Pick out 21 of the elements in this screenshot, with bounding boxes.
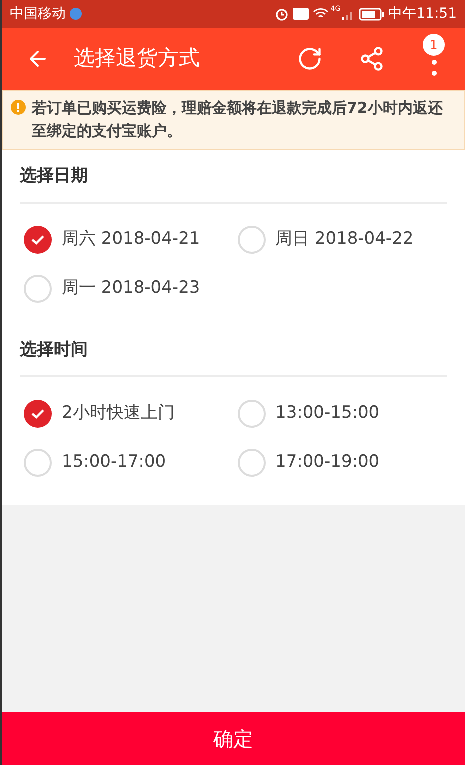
radio-option[interactable]: 15:00-17:00	[20, 438, 234, 487]
section-title: 选择时间	[20, 338, 89, 362]
radio-option[interactable]: 13:00-15:00	[234, 389, 447, 438]
alarm-icon	[274, 7, 289, 21]
notice-text: 若订单已购买运费险，理赔金额将在退款完成后72小时内返还至绑定的支付宝账户。	[32, 98, 444, 142]
warning-icon	[11, 100, 26, 115]
radio-option[interactable]: 2小时快速上门	[20, 389, 234, 438]
radio-option[interactable]: 17:00-19:00	[234, 438, 447, 487]
wifi-icon	[312, 8, 329, 20]
clock-time: 中午11:51	[388, 4, 457, 24]
radio-option[interactable]: 周一 2018-04-23	[20, 264, 234, 314]
battery-icon	[358, 8, 385, 20]
radio-option[interactable]: 周六 2018-04-21	[20, 216, 234, 264]
notification-badge: 1	[423, 34, 445, 56]
confirm-button[interactable]: 确定	[2, 712, 465, 765]
page-title: 选择退货方式	[74, 45, 201, 72]
share-icon	[359, 46, 385, 72]
refresh-icon	[297, 46, 323, 72]
section-title: 选择日期	[20, 165, 89, 188]
carrier-name: 中国移动	[10, 4, 66, 24]
radio-option[interactable]: 周日 2018-04-22	[234, 216, 447, 264]
